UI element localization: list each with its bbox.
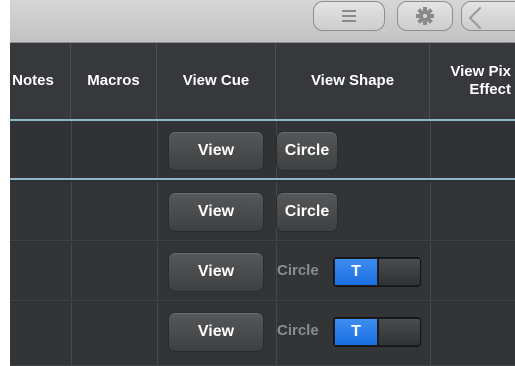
view-cue-button[interactable]: View	[168, 312, 264, 352]
view-shape-button[interactable]: Circle	[276, 192, 338, 232]
view-shape-toggle[interactable]: T	[333, 257, 421, 287]
view-shape-label-disabled: Circle	[277, 322, 319, 339]
list-view-button[interactable]	[313, 1, 385, 31]
view-cue-button[interactable]: View	[168, 192, 264, 232]
column-header-view-pix-effect[interactable]: View Pix Effect	[430, 43, 515, 119]
toggle-on-segment: T	[335, 259, 377, 285]
column-header-macros[interactable]: Macros	[71, 43, 157, 119]
settings-button[interactable]	[397, 1, 453, 31]
toggle-on-segment: T	[335, 319, 377, 345]
column-header-row: Notes Macros View Cue View Shape View Pi…	[10, 43, 515, 121]
toggle-off-segment	[378, 259, 420, 285]
toggle-off-segment	[378, 319, 420, 345]
table-row: View Circle	[10, 182, 515, 241]
list-icon	[342, 10, 356, 22]
view-shape-label-disabled: Circle	[277, 262, 319, 279]
top-toolbar	[10, 0, 515, 43]
view-shape-button[interactable]: Circle	[276, 131, 338, 171]
table-row: View Circle T	[10, 242, 515, 301]
table-row: View Circle	[10, 121, 515, 180]
window-icon	[468, 6, 492, 30]
cue-list-window: Notes Macros View Cue View Shape View Pi…	[10, 0, 515, 366]
table-row: View Circle T	[10, 302, 515, 366]
column-header-view-shape[interactable]: View Shape	[276, 43, 430, 119]
view-shape-toggle[interactable]: T	[333, 317, 421, 347]
column-header-notes[interactable]: Notes	[10, 43, 71, 119]
view-cue-button[interactable]: View	[168, 131, 264, 171]
view-cue-button[interactable]: View	[168, 252, 264, 292]
gear-icon	[416, 7, 434, 25]
column-header-view-cue[interactable]: View Cue	[157, 43, 276, 119]
window-options-button[interactable]	[461, 1, 515, 31]
